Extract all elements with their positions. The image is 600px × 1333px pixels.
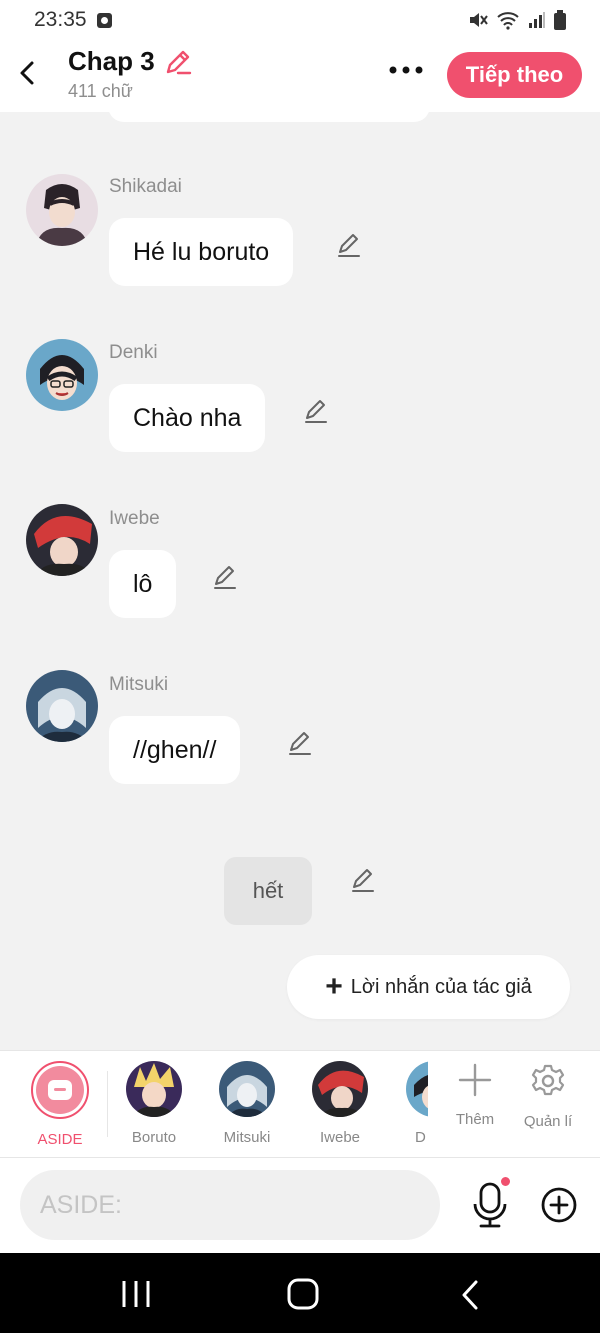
character-aside[interactable]: ASIDE bbox=[20, 1061, 100, 1148]
avatar-denki[interactable] bbox=[26, 339, 98, 411]
edit-title-icon[interactable] bbox=[163, 47, 193, 77]
system-nav-bar bbox=[0, 1253, 600, 1333]
gear-icon bbox=[531, 1064, 565, 1096]
character-label: Iwebe bbox=[319, 1129, 361, 1146]
plus-icon bbox=[458, 1063, 492, 1097]
character-label: D bbox=[415, 1129, 426, 1146]
battery-icon bbox=[554, 10, 566, 30]
back-button[interactable] bbox=[14, 58, 42, 88]
author-note-button[interactable]: + Lời nhắn của tác giả bbox=[287, 955, 570, 1019]
home-icon[interactable] bbox=[286, 1277, 320, 1311]
add-character-button[interactable]: Thêm bbox=[440, 1063, 510, 1128]
narration-bubble[interactable]: hết bbox=[224, 857, 312, 925]
manage-characters-button[interactable]: Quản lí bbox=[513, 1063, 583, 1130]
plus-icon: + bbox=[325, 970, 343, 1003]
edit-message-icon[interactable] bbox=[303, 398, 329, 424]
character-boruto[interactable]: Boruto bbox=[114, 1061, 194, 1146]
sender-name: Mitsuki bbox=[109, 674, 169, 695]
message-bubble[interactable]: lô bbox=[109, 550, 177, 618]
avatar-mitsuki[interactable] bbox=[26, 670, 98, 742]
signal-icon bbox=[529, 12, 545, 28]
avatar-shikadai[interactable] bbox=[26, 174, 98, 246]
character-label: Boruto bbox=[131, 1129, 177, 1146]
character-label: Mitsuki bbox=[223, 1129, 271, 1146]
wifi-icon bbox=[497, 12, 519, 30]
system-back-icon[interactable] bbox=[458, 1279, 484, 1311]
next-button[interactable]: Tiếp theo bbox=[447, 52, 582, 98]
author-note-label: Lời nhắn của tác giả bbox=[350, 975, 532, 998]
microphone-icon[interactable] bbox=[470, 1180, 510, 1230]
status-time: 23:35 bbox=[34, 8, 87, 31]
edit-message-icon[interactable] bbox=[336, 232, 362, 258]
recent-apps-icon[interactable] bbox=[120, 1279, 152, 1309]
input-row bbox=[0, 1158, 600, 1253]
character-divider bbox=[107, 1071, 108, 1137]
partial-message-bubble bbox=[108, 112, 430, 122]
chapter-title: Chap 3 bbox=[68, 46, 155, 76]
mute-icon bbox=[470, 13, 488, 27]
sender-name: Iwebe bbox=[109, 508, 160, 529]
avatar-iwebe[interactable] bbox=[26, 504, 98, 576]
status-bar: 23:35 bbox=[0, 0, 600, 40]
aside-icon bbox=[48, 1080, 72, 1100]
chat-content[interactable]: Shikadai Hé lu boruto Denki Chào nha Iwe… bbox=[0, 112, 600, 1050]
notification-icon bbox=[96, 12, 112, 28]
add-circle-icon[interactable] bbox=[540, 1186, 578, 1224]
message-bubble[interactable]: //ghen// bbox=[109, 716, 241, 784]
message-input[interactable] bbox=[20, 1170, 440, 1240]
recording-indicator-dot bbox=[501, 1177, 510, 1186]
edit-narration-icon[interactable] bbox=[350, 867, 376, 893]
character-mitsuki[interactable]: Mitsuki bbox=[207, 1061, 287, 1146]
manage-label: Quản lí bbox=[523, 1113, 573, 1130]
title-block: Chap 3 411 chữ bbox=[68, 46, 193, 102]
more-options-icon[interactable] bbox=[388, 64, 424, 76]
sender-name: Shikadai bbox=[109, 176, 182, 197]
message-bubble[interactable]: Hé lu boruto bbox=[109, 218, 294, 286]
character-iwebe[interactable]: Iwebe bbox=[300, 1061, 380, 1146]
edit-message-icon[interactable] bbox=[212, 564, 238, 590]
character-bar: ASIDE Boruto Mitsuki Iwebe D Thêm Quản l… bbox=[0, 1050, 600, 1158]
chapter-header: Chap 3 411 chữ Tiếp theo bbox=[0, 40, 600, 112]
word-count: 411 chữ bbox=[68, 81, 133, 101]
character-d[interactable]: D bbox=[386, 1061, 428, 1146]
add-label: Thêm bbox=[455, 1111, 495, 1128]
sender-name: Denki bbox=[109, 342, 158, 363]
character-label: ASIDE bbox=[37, 1131, 83, 1148]
edit-message-icon[interactable] bbox=[287, 730, 313, 756]
message-bubble[interactable]: Chào nha bbox=[109, 384, 266, 452]
